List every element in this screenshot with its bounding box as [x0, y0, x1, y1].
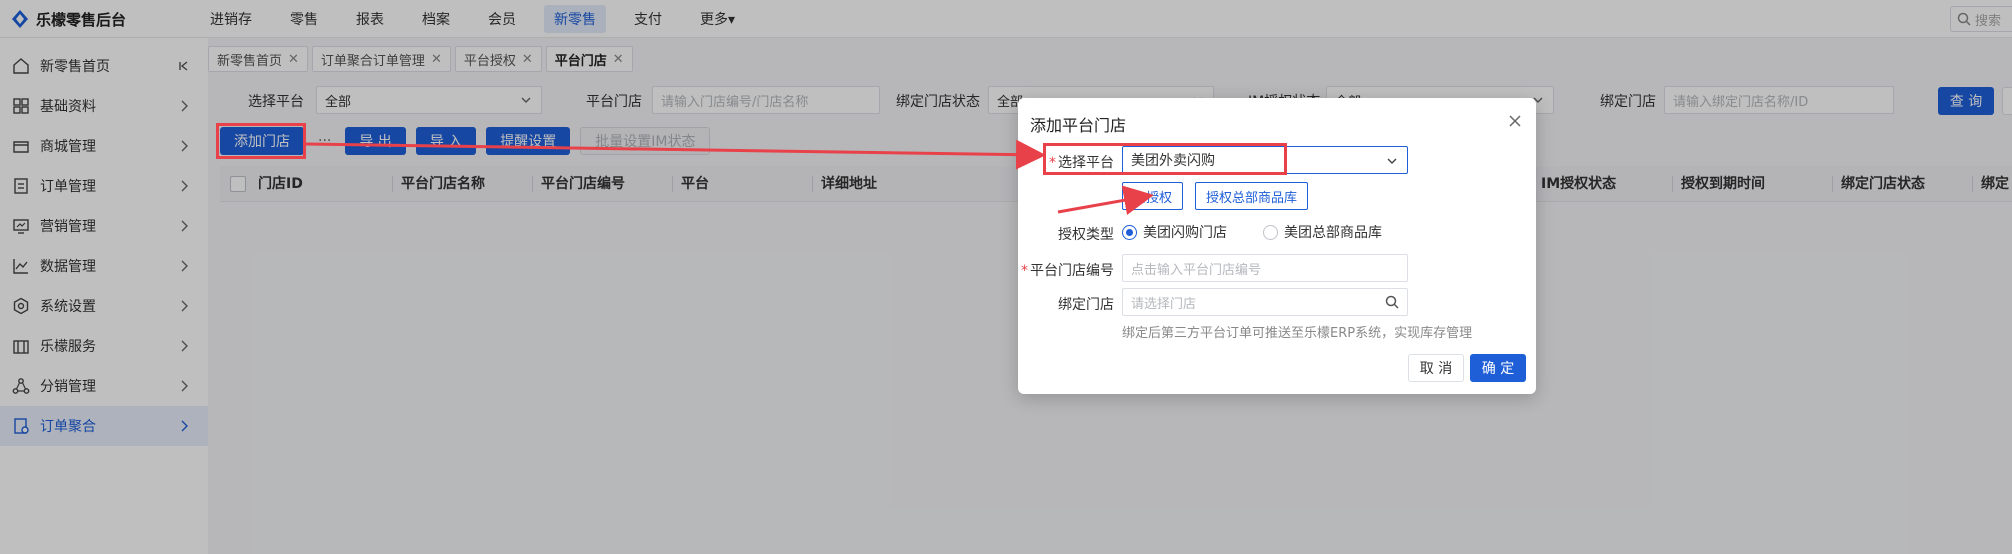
search-icon[interactable] — [1385, 295, 1399, 309]
close-icon[interactable] — [1506, 112, 1524, 130]
store-no-label: * 平台门店编号 — [1018, 260, 1114, 280]
required-marker: * — [1021, 263, 1028, 279]
radio-label: 美团闪购门店 — [1143, 225, 1227, 241]
auth-type-label: 授权类型 — [1058, 227, 1114, 243]
radio-dot — [1122, 224, 1137, 240]
radio-label: 美团总部商品库 — [1284, 225, 1382, 241]
annotation-highlight-platform-select — [1043, 143, 1287, 175]
bind-store-hint: 绑定后第三方平台订单可推送至乐檬ERP系统，实现库存管理 — [1122, 326, 1473, 341]
authorize-button[interactable]: 去授权 — [1122, 182, 1184, 210]
bind-store-placeholder: 请选择门店 — [1131, 296, 1197, 312]
cancel-button[interactable]: 取 消 — [1408, 354, 1464, 382]
confirm-button[interactable]: 确 定 — [1470, 354, 1526, 382]
annotation-highlight-add-store — [216, 123, 306, 159]
bind-store-input[interactable]: 请选择门店 — [1122, 288, 1408, 316]
store-no-input[interactable]: 点击输入平台门店编号 — [1122, 254, 1408, 282]
auth-type-radio-flash-store[interactable]: 美团闪购门店 — [1122, 222, 1227, 242]
bind-store-label: 绑定门店 — [1058, 297, 1114, 313]
chevron-down-icon — [1387, 158, 1397, 164]
auth-type-radio-hq-catalog[interactable]: 美团总部商品库 — [1263, 222, 1382, 242]
radio-dot — [1263, 224, 1278, 240]
store-no-label-text: 平台门店编号 — [1030, 263, 1114, 279]
dialog-title: 添加平台门店 — [1030, 116, 1127, 135]
auth-type-radio-group: 美团闪购门店 美团总部商品库 — [1122, 222, 1382, 242]
modal-overlay[interactable] — [0, 0, 2012, 554]
authorize-hq-catalog-button[interactable]: 授权总部商品库 — [1195, 182, 1309, 210]
